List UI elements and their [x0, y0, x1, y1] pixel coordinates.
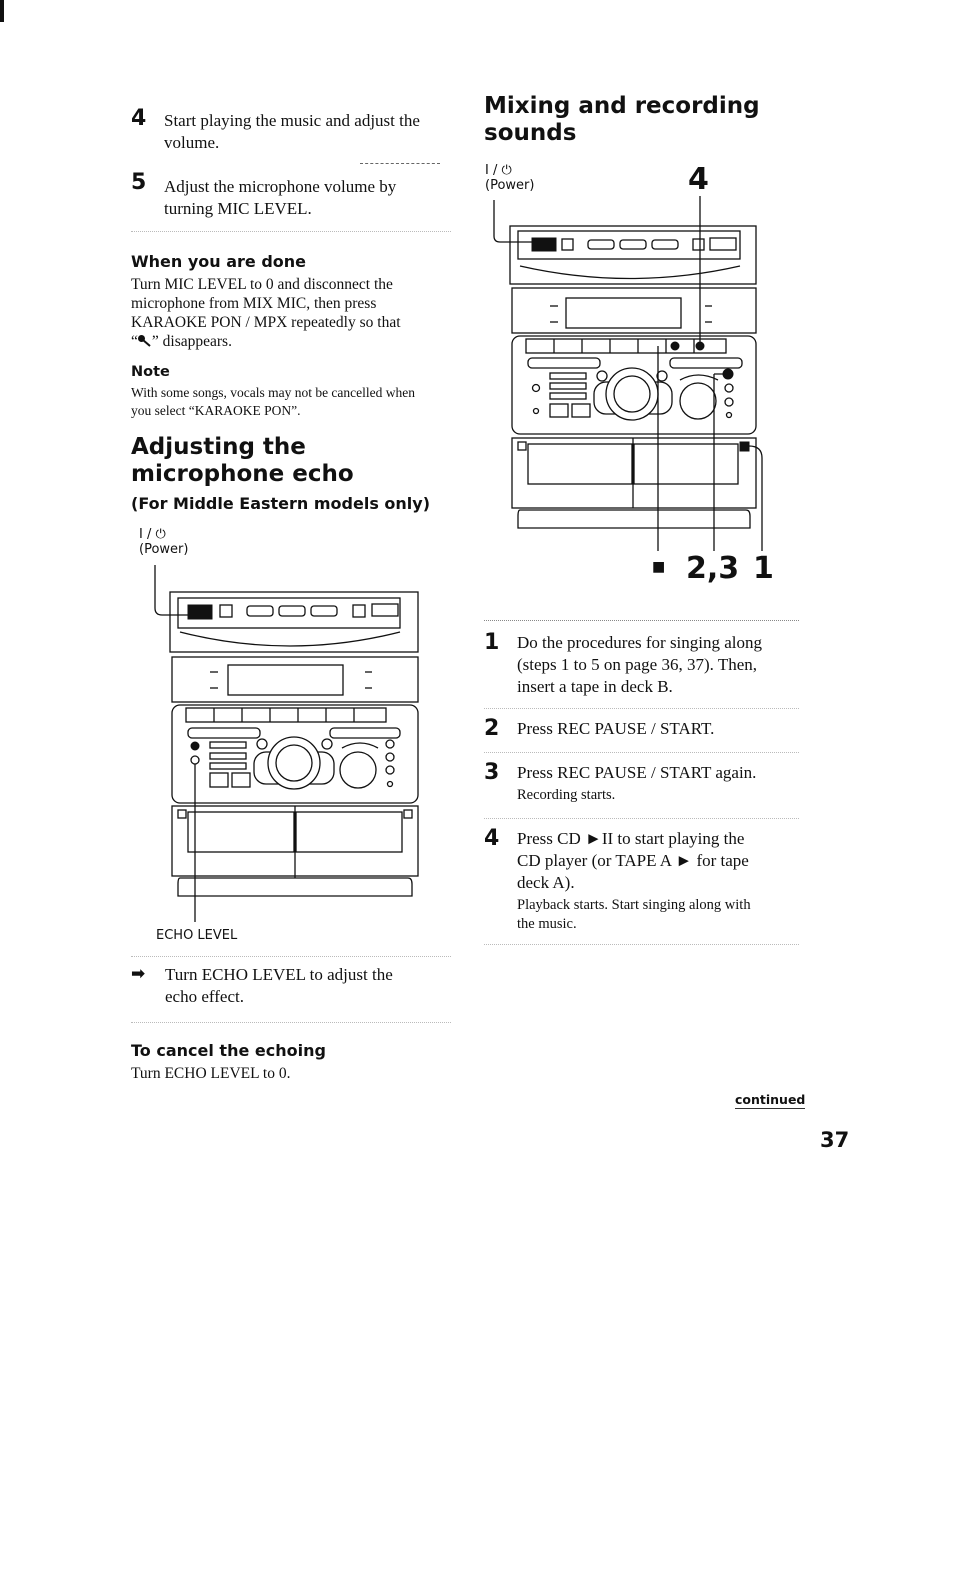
step-line: Press REC PAUSE / START.	[517, 719, 715, 738]
power-label-right: I / ⏻ (Power)	[485, 163, 534, 193]
deck-b	[295, 811, 403, 853]
echo-level-label: ECHO LEVEL	[156, 928, 238, 943]
callout-stop: ■	[652, 559, 666, 575]
volume-knob	[339, 751, 377, 789]
when-done-line: “ ” disappears.	[131, 332, 461, 351]
mixing-section-title: Mixing and recording sounds	[484, 93, 760, 147]
divider	[484, 620, 799, 621]
deck-a	[527, 443, 633, 485]
power-leader-line	[493, 200, 532, 243]
callout-2-3: 2,3	[686, 551, 740, 586]
cd-play-button	[695, 341, 705, 351]
step-text: Press REC PAUSE / START.	[517, 718, 817, 740]
base	[177, 877, 413, 897]
divider	[131, 1022, 451, 1023]
stereo-illustration-right	[493, 196, 763, 551]
microphone-icon	[137, 335, 151, 347]
cd-unit	[169, 591, 419, 653]
step-number: 5	[131, 170, 147, 195]
step-text: Press REC PAUSE / START again. Recording…	[517, 762, 817, 805]
disappears-text: ” disappears.	[151, 333, 232, 350]
when-done-heading: When you are done	[131, 252, 307, 271]
when-done-line: microphone from MIX MIC, then press	[131, 295, 377, 312]
note-body: With some songs, vocals may not be cance…	[131, 384, 461, 420]
arrow-icon: ➡	[131, 964, 146, 984]
instruction-line: echo effect.	[165, 987, 244, 1006]
step-subtext: Recording starts.	[517, 787, 616, 803]
power-label-left: I / ⏻ (Power)	[139, 527, 188, 557]
cancel-echo-body: Turn ECHO LEVEL to 0.	[131, 1065, 291, 1082]
step-number: 3	[484, 760, 500, 785]
divider	[484, 708, 799, 709]
title-line: Mixing and recording	[484, 93, 760, 119]
step-text: Start playing the music and adjust the v…	[164, 111, 420, 152]
power-symbol: I / ⏻	[485, 163, 512, 178]
base	[517, 509, 751, 529]
deck-b-eject	[739, 441, 750, 452]
step-number: 2	[484, 716, 500, 741]
note-line: you select “KARAOKE PON”.	[131, 403, 301, 418]
step-line: CD player (or TAPE A ► for tape	[517, 851, 749, 870]
mic-jack	[190, 741, 200, 751]
step-line: Press REC PAUSE / START again.	[517, 763, 757, 782]
display-unit	[511, 287, 757, 334]
display-window	[565, 297, 682, 329]
when-done-line: KARAOKE PON / MPX repeatedly so that	[131, 314, 401, 331]
stop-button	[670, 341, 680, 351]
step-line: (steps 1 to 5 on page 36, 37). Then,	[517, 655, 758, 674]
deck-b	[633, 443, 739, 485]
deck-a	[187, 811, 295, 853]
step-text: Press CD ►II to start playing the CD pla…	[517, 828, 817, 934]
step-line: deck A).	[517, 873, 575, 892]
step-subtext: Playback starts. Start singing along wit…	[517, 897, 751, 913]
power-button	[531, 237, 557, 252]
rec-pause-button	[722, 368, 734, 380]
step-number: 4	[131, 106, 147, 131]
step-text: Do the procedures for singing along (ste…	[517, 632, 817, 698]
echo-instruction: ➡ Turn ECHO LEVEL to adjust the echo eff…	[131, 964, 461, 1008]
step-number: 1	[484, 630, 500, 655]
echo-level-knob	[190, 755, 200, 765]
power-button	[187, 604, 213, 620]
volume-knob	[679, 382, 717, 420]
power-text: (Power)	[139, 542, 189, 557]
when-done-line: Turn MIC LEVEL to 0 and disconnect the	[131, 276, 393, 293]
step-line: Do the procedures for singing along	[517, 633, 763, 652]
divider	[484, 944, 799, 945]
callout-1: 1	[753, 551, 774, 586]
step-text: Adjust the microphone volume by turning …	[164, 177, 397, 218]
step-line: Press CD ►II to start playing the	[517, 829, 745, 848]
divider	[131, 231, 451, 232]
when-done-body: Turn MIC LEVEL to 0 and disconnect the m…	[131, 275, 461, 351]
echo-section-subtitle: (For Middle Eastern models only)	[131, 494, 431, 513]
cd-unit	[509, 225, 757, 285]
title-line: microphone echo	[131, 461, 354, 487]
step-number: 4	[484, 826, 500, 851]
callout-4: 4	[688, 162, 709, 197]
display-window	[227, 664, 344, 696]
note-line: With some songs, vocals may not be cance…	[131, 385, 416, 400]
title-line: sounds	[484, 120, 577, 146]
divider	[484, 818, 799, 819]
quote-open: “	[131, 333, 138, 350]
continued-label: continued	[735, 1092, 806, 1109]
power-text: (Power)	[485, 178, 535, 193]
page-number: 37	[820, 1128, 850, 1152]
echo-section-title: Adjusting the microphone echo	[131, 434, 354, 488]
power-symbol: I / ⏻	[139, 527, 166, 542]
cancel-echo-heading: To cancel the echoing	[131, 1041, 326, 1060]
binding-mark	[0, 0, 4, 22]
step-line: insert a tape in deck B.	[517, 677, 673, 696]
title-line: Adjusting the	[131, 434, 306, 460]
instruction-line: Turn ECHO LEVEL to adjust the	[165, 965, 393, 984]
note-heading: Note	[131, 364, 170, 380]
divider	[360, 163, 440, 164]
step-subtext: the music.	[517, 916, 577, 932]
divider	[484, 752, 799, 753]
divider	[131, 956, 451, 957]
stereo-illustration-left	[154, 565, 419, 922]
